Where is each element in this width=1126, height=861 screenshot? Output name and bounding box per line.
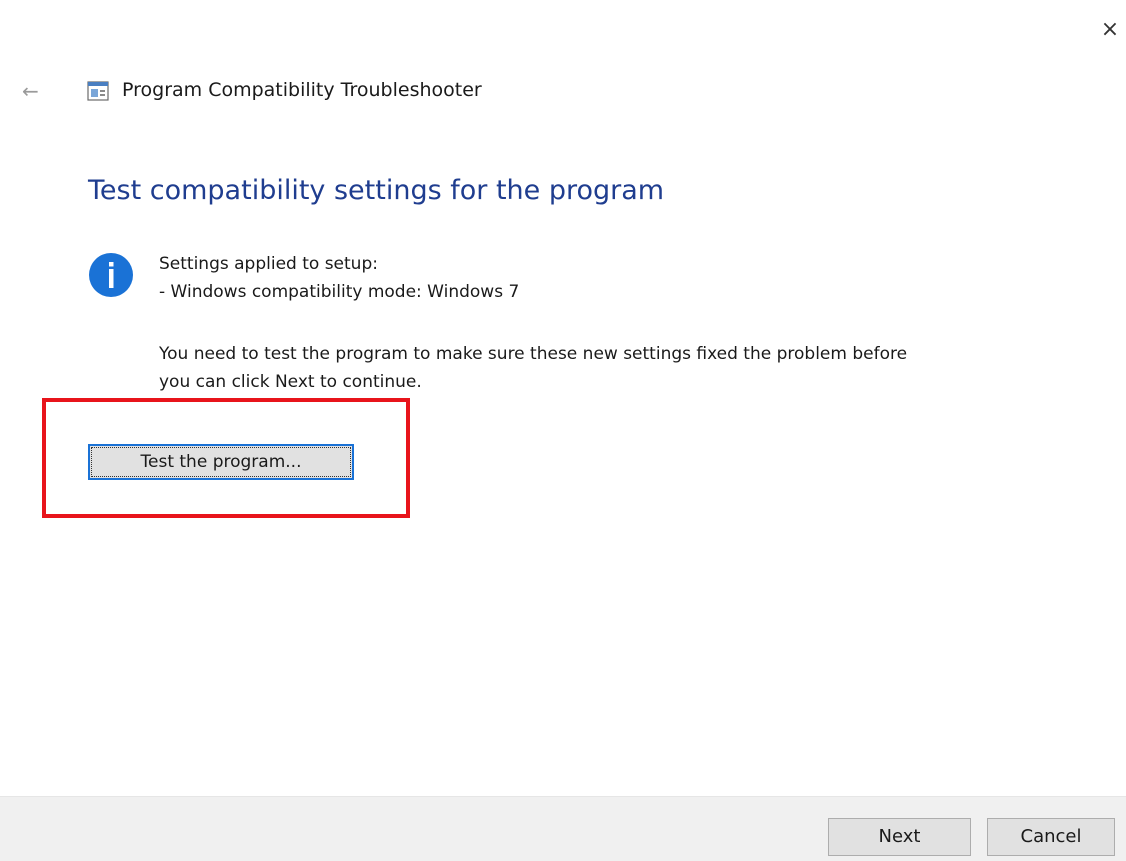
troubleshooter-app-icon bbox=[87, 81, 109, 101]
test-program-button[interactable]: Test the program... bbox=[88, 444, 354, 480]
info-icon bbox=[89, 253, 133, 297]
instructions-line-1: You need to test the program to make sur… bbox=[159, 344, 908, 364]
page-title: Test compatibility settings for the prog… bbox=[88, 175, 665, 206]
footer-bar: Next Cancel bbox=[0, 796, 1126, 861]
cancel-button[interactable]: Cancel bbox=[987, 818, 1115, 856]
settings-heading: Settings applied to setup: bbox=[159, 254, 378, 274]
instructions-line-2: you can click Next to continue. bbox=[159, 372, 422, 392]
close-icon[interactable]: × bbox=[1098, 18, 1122, 42]
next-button[interactable]: Next bbox=[828, 818, 971, 856]
focus-ring bbox=[91, 447, 351, 477]
settings-line: - Windows compatibility mode: Windows 7 bbox=[159, 282, 520, 302]
app-title: Program Compatibility Troubleshooter bbox=[122, 79, 482, 101]
back-arrow-icon[interactable]: ← bbox=[22, 80, 46, 102]
troubleshooter-window: × ← Program Compatibility Troubleshooter… bbox=[0, 0, 1126, 861]
